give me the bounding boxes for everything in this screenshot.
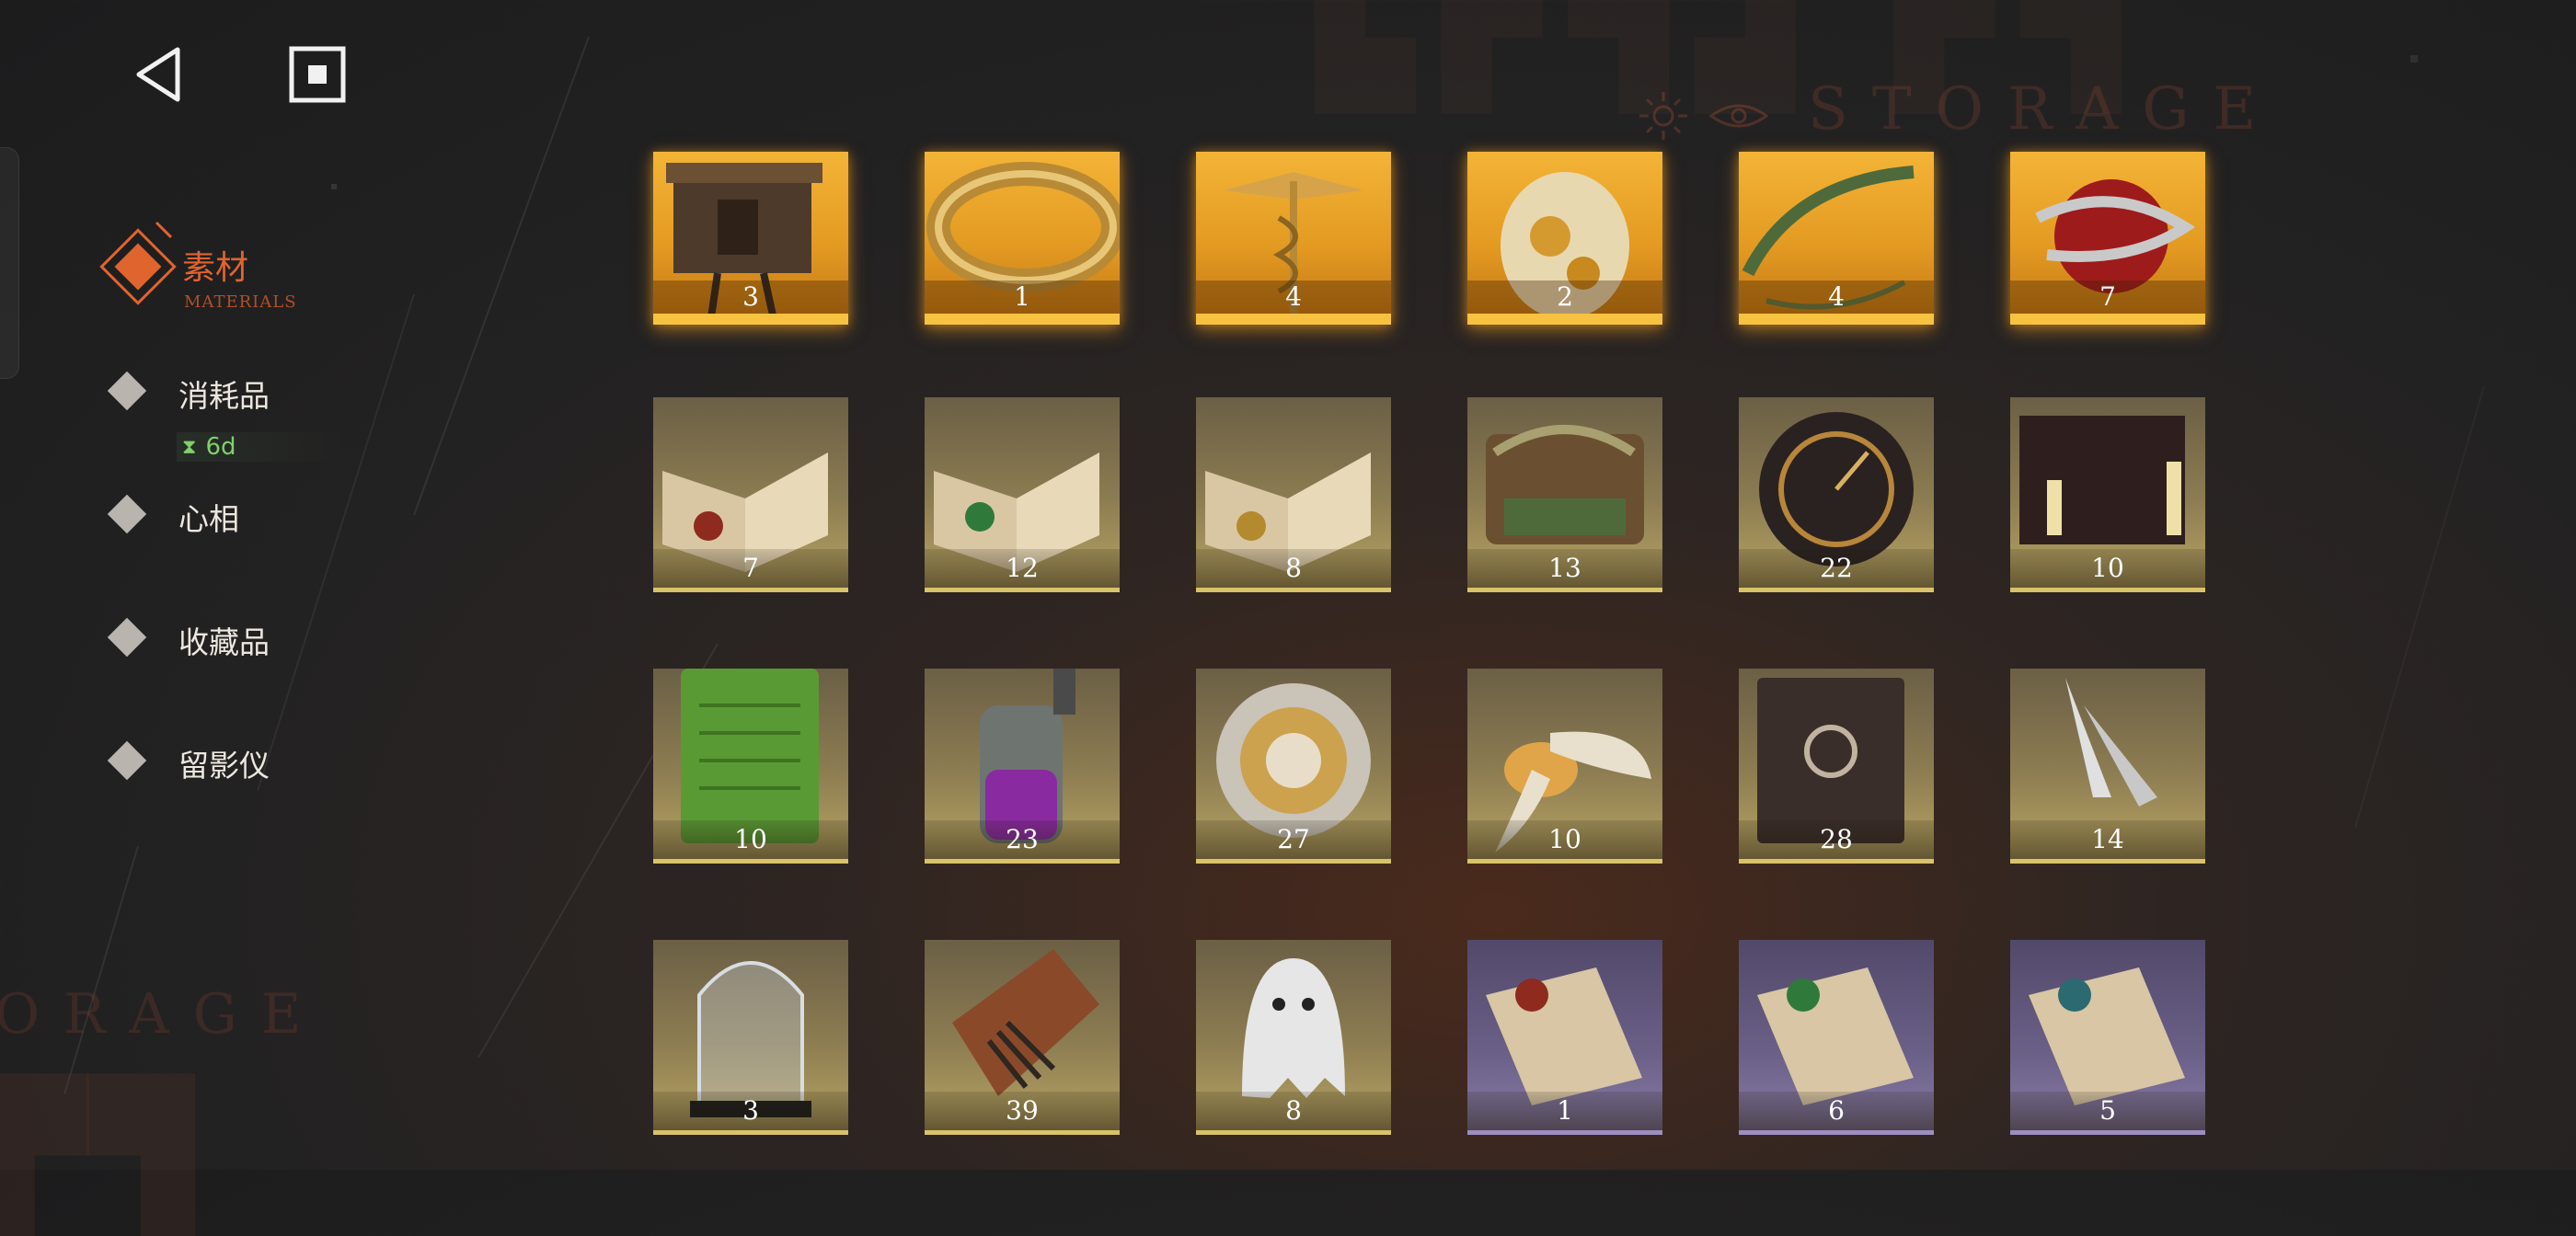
item-count: 23 [925, 820, 1120, 859]
item-count: 13 [1467, 549, 1662, 588]
side-drawer-handle[interactable] [0, 147, 19, 379]
hourglass-icon: ⧗ [182, 435, 197, 459]
category-materials-label: 素材 [182, 249, 249, 287]
item-slot[interactable]: 7 [2010, 152, 2205, 325]
eye-sun-emblem-icon [1639, 92, 1769, 140]
item-slot[interactable]: 28 [1739, 669, 1934, 864]
category-materials-sublabel: MATERIALS [184, 292, 297, 312]
category-consumables[interactable]: 消耗品 [107, 366, 386, 421]
item-slot[interactable]: 23 [925, 669, 1120, 864]
item-count: 2 [1467, 280, 1662, 314]
category-materials[interactable]: 素材 MATERIALS [92, 221, 331, 322]
item-slot[interactable]: 1 [1467, 940, 1662, 1135]
item-count: 39 [925, 1092, 1120, 1130]
square-stop-icon [289, 46, 346, 103]
item-slot[interactable]: 10 [653, 669, 848, 864]
item-slot[interactable]: 8 [1196, 940, 1391, 1135]
item-count: 14 [2010, 820, 2205, 859]
timer-value: 6d [205, 433, 236, 461]
diamond-bullet-icon [107, 617, 147, 658]
storage-watermark-top: STORAGE [1808, 75, 2281, 143]
item-slot[interactable]: 10 [1467, 669, 1662, 864]
item-slot[interactable]: 4 [1196, 152, 1391, 325]
item-slot[interactable]: 4 [1739, 152, 1934, 325]
item-slot[interactable]: 22 [1739, 397, 1934, 592]
category-consumables-label: 消耗品 [178, 378, 270, 414]
item-count: 3 [653, 1092, 848, 1130]
item-count: 3 [653, 280, 848, 314]
item-slot[interactable]: 6 [1739, 940, 1934, 1135]
category-camera-label: 留影仪 [178, 748, 270, 784]
item-slot[interactable]: 2 [1467, 152, 1662, 325]
item-slot[interactable]: 13 [1467, 397, 1662, 592]
item-slot[interactable]: 27 [1196, 669, 1391, 864]
item-count: 22 [1739, 549, 1934, 588]
item-slot[interactable]: 5 [2010, 940, 2205, 1135]
item-count: 6 [1739, 1092, 1934, 1130]
item-count: 12 [925, 549, 1120, 588]
item-count: 4 [1196, 280, 1391, 314]
item-count: 5 [2010, 1092, 2205, 1130]
item-slot[interactable]: 7 [653, 397, 848, 592]
materials-diamond-icon [99, 221, 177, 305]
item-slot[interactable]: 14 [2010, 669, 2205, 864]
item-count: 7 [2010, 280, 2205, 314]
item-slot[interactable]: 1 [925, 152, 1120, 325]
storage-watermark-left: ORAGE [0, 982, 326, 1047]
consumables-timer: ⧗ 6d [177, 432, 342, 462]
item-count: 4 [1739, 280, 1934, 314]
category-psychube[interactable]: 心相 [107, 489, 386, 544]
item-count: 7 [653, 549, 848, 588]
background-glyphs-bottom: ▛▜ [0, 1076, 194, 1236]
category-psychube-label: 心相 [178, 501, 239, 537]
item-slot[interactable]: 39 [925, 940, 1120, 1135]
diamond-bullet-icon [107, 371, 147, 411]
item-count: 28 [1739, 820, 1934, 859]
item-count: 27 [1196, 820, 1391, 859]
item-slot[interactable]: 10 [2010, 397, 2205, 592]
item-count: 8 [1196, 549, 1391, 588]
home-button[interactable] [285, 42, 350, 107]
item-count: 1 [1467, 1092, 1662, 1130]
back-button[interactable] [127, 42, 191, 107]
diamond-bullet-icon [107, 494, 147, 534]
item-count: 10 [1467, 820, 1662, 859]
item-count: 8 [1196, 1092, 1391, 1130]
item-count: 1 [925, 280, 1120, 314]
category-collectibles-label: 收藏品 [178, 624, 270, 660]
item-slot[interactable]: 3 [653, 940, 848, 1135]
item-count: 10 [2010, 549, 2205, 588]
item-slot[interactable]: 12 [925, 397, 1120, 592]
item-slot[interactable]: 3 [653, 152, 848, 325]
category-camera[interactable]: 留影仪 [107, 736, 386, 791]
back-triangle-icon [136, 47, 180, 102]
diamond-bullet-icon [107, 740, 147, 781]
category-collectibles[interactable]: 收藏品 [107, 612, 386, 668]
item-slot[interactable]: 8 [1196, 397, 1391, 592]
item-count: 10 [653, 820, 848, 859]
